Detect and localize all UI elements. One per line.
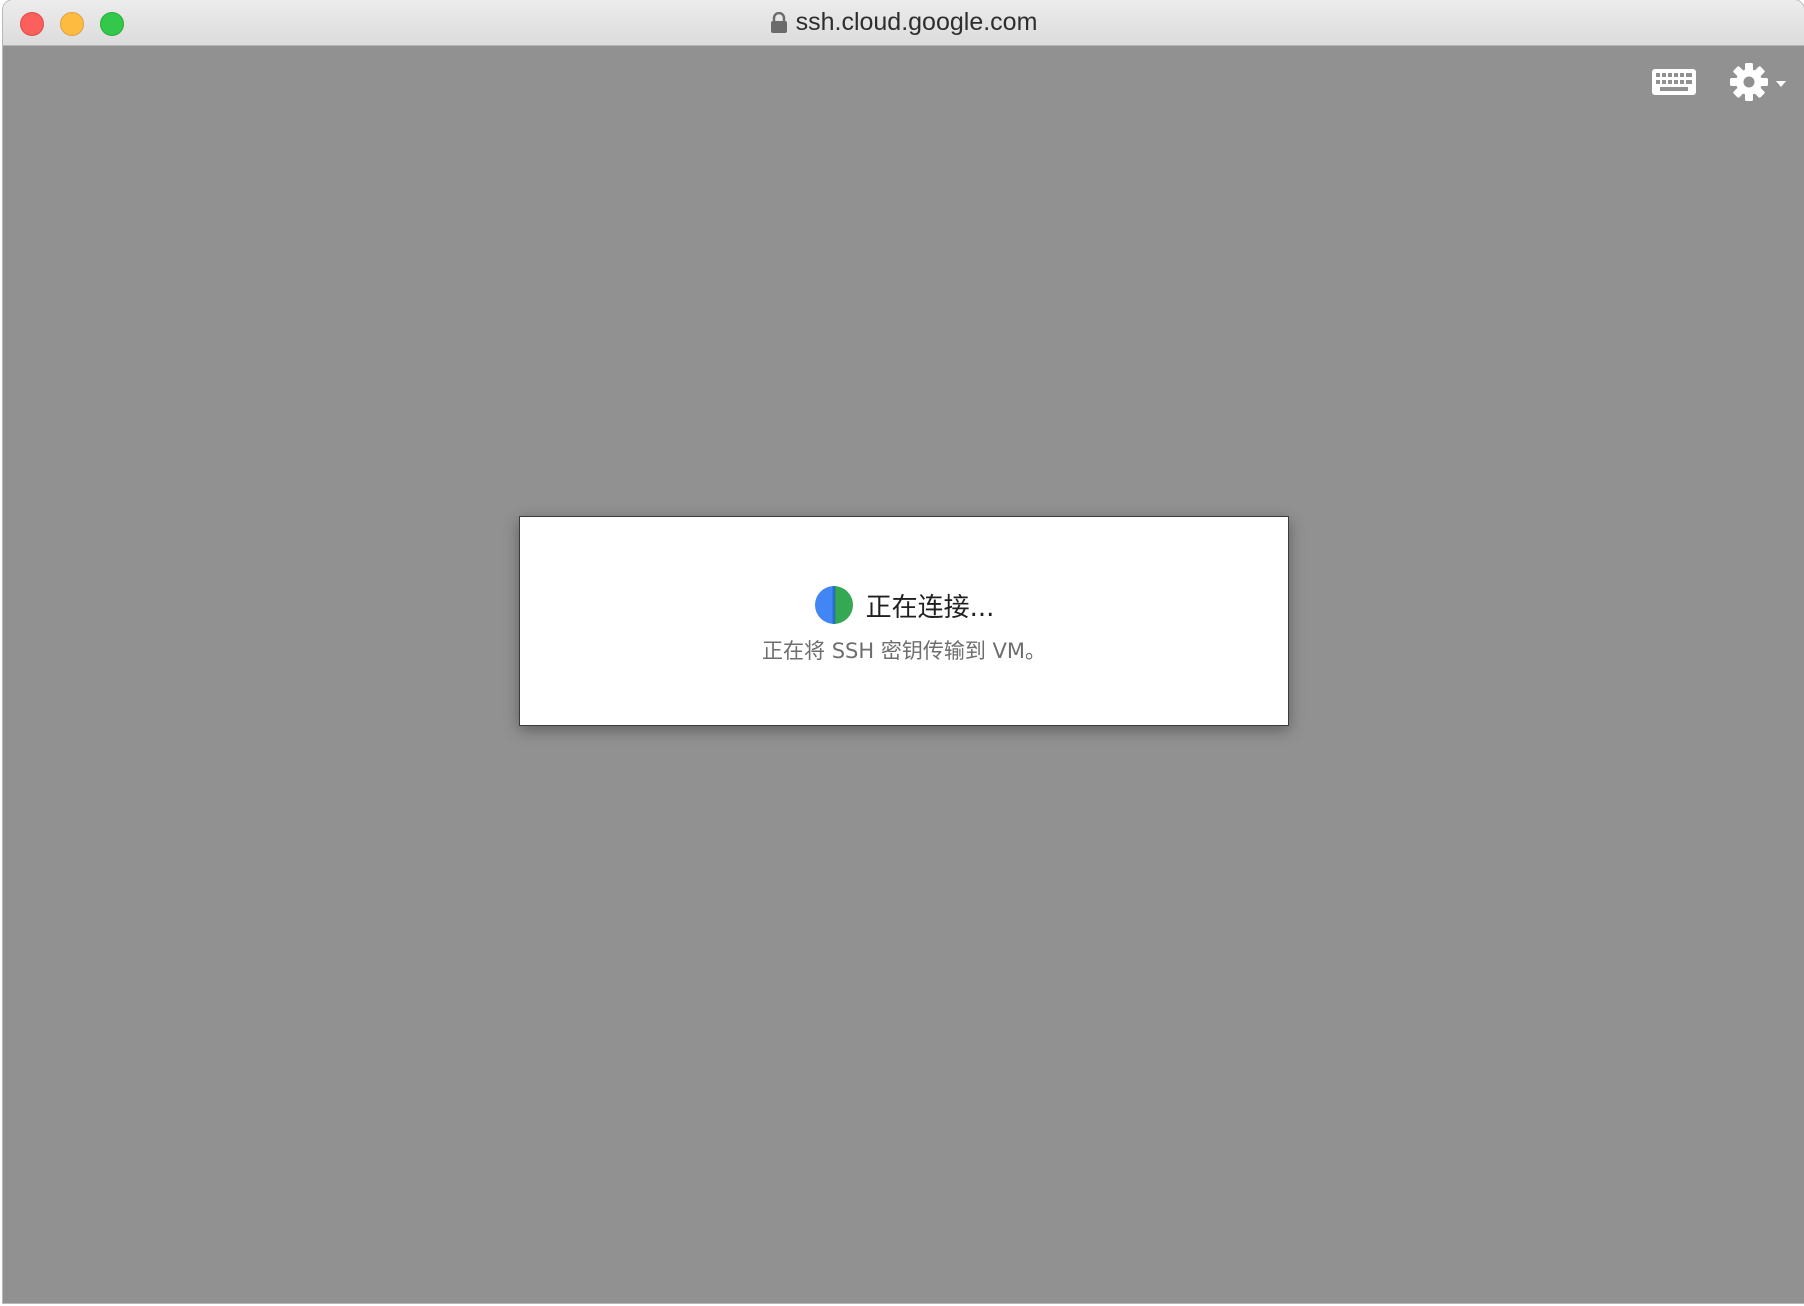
keyboard-button[interactable] — [1650, 65, 1698, 101]
terminal-area[interactable]: 正在连接... 正在将 SSH 密钥传输到 VM。 — [3, 46, 1804, 1303]
status-subtitle: 正在将 SSH 密钥传输到 VM。 — [762, 639, 1046, 663]
title-bar: ssh.cloud.google.com — [3, 0, 1804, 46]
keyboard-icon — [1652, 69, 1696, 95]
chevron-down-icon — [1776, 81, 1786, 87]
spinner-icon — [814, 586, 853, 624]
connecting-dialog: 正在连接... 正在将 SSH 密钥传输到 VM。 — [519, 516, 1289, 726]
address-title: ssh.cloud.google.com — [3, 0, 1804, 45]
lock-icon — [770, 11, 787, 33]
settings-menu-button[interactable] — [1727, 60, 1791, 104]
gear-icon — [1730, 63, 1786, 101]
browser-window: ssh.cloud.google.com 正在连接... 正在将 SSH 密钥传… — [3, 0, 1804, 1303]
status-row: 正在连接... — [520, 585, 1288, 625]
status-title: 正在连接... — [865, 592, 995, 623]
page-url: ssh.cloud.google.com — [795, 8, 1038, 36]
